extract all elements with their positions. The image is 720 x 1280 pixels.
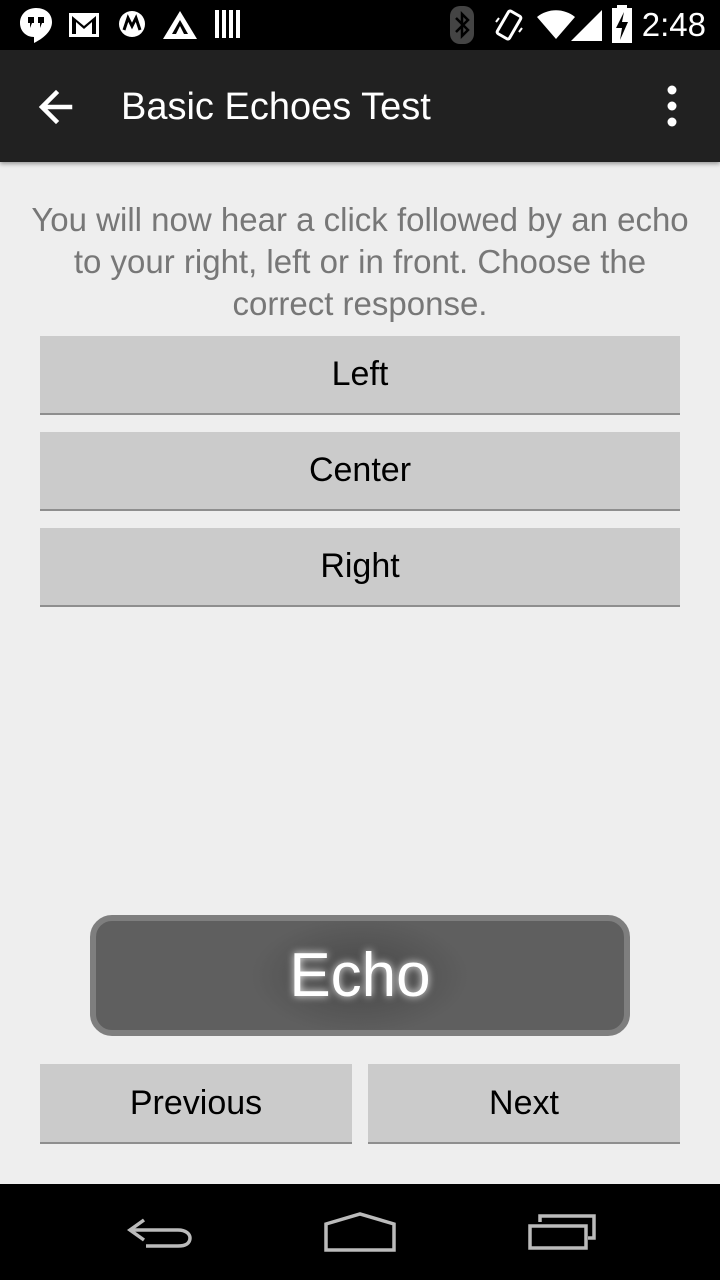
status-bar: 2:48 <box>0 0 720 50</box>
center-choice-button[interactable]: Center <box>40 432 680 511</box>
app-bar: Basic Echoes Test <box>0 50 720 162</box>
motorola-icon <box>119 11 145 37</box>
next-button[interactable]: Next <box>368 1064 680 1144</box>
page-title: Basic Echoes Test <box>121 86 431 128</box>
echo-button[interactable]: Echo <box>90 915 630 1036</box>
more-vert-icon[interactable] <box>652 84 692 130</box>
arrow-left-icon[interactable] <box>28 80 84 136</box>
hangouts-icon <box>20 8 52 43</box>
barcode-icon <box>215 10 240 38</box>
back-nav-icon[interactable] <box>124 1202 196 1262</box>
navigation-bar <box>0 1184 720 1280</box>
previous-button[interactable]: Previous <box>40 1064 352 1144</box>
vibrate-icon <box>495 9 523 41</box>
recents-nav-icon[interactable] <box>526 1202 600 1262</box>
home-nav-icon[interactable] <box>322 1202 398 1262</box>
echo-label: Echo <box>289 941 431 1010</box>
right-choice-button[interactable]: Right <box>40 528 680 607</box>
clock-time: 2:48 <box>641 6 706 43</box>
signal-icon <box>571 10 602 41</box>
battery-charging-icon <box>612 5 632 43</box>
gmail-icon <box>69 13 99 37</box>
bluetooth-icon <box>450 6 474 44</box>
triangle-app-icon <box>163 11 197 39</box>
instructions-text: You will now hear a click followed by an… <box>31 201 689 322</box>
left-choice-button[interactable]: Left <box>40 336 680 415</box>
